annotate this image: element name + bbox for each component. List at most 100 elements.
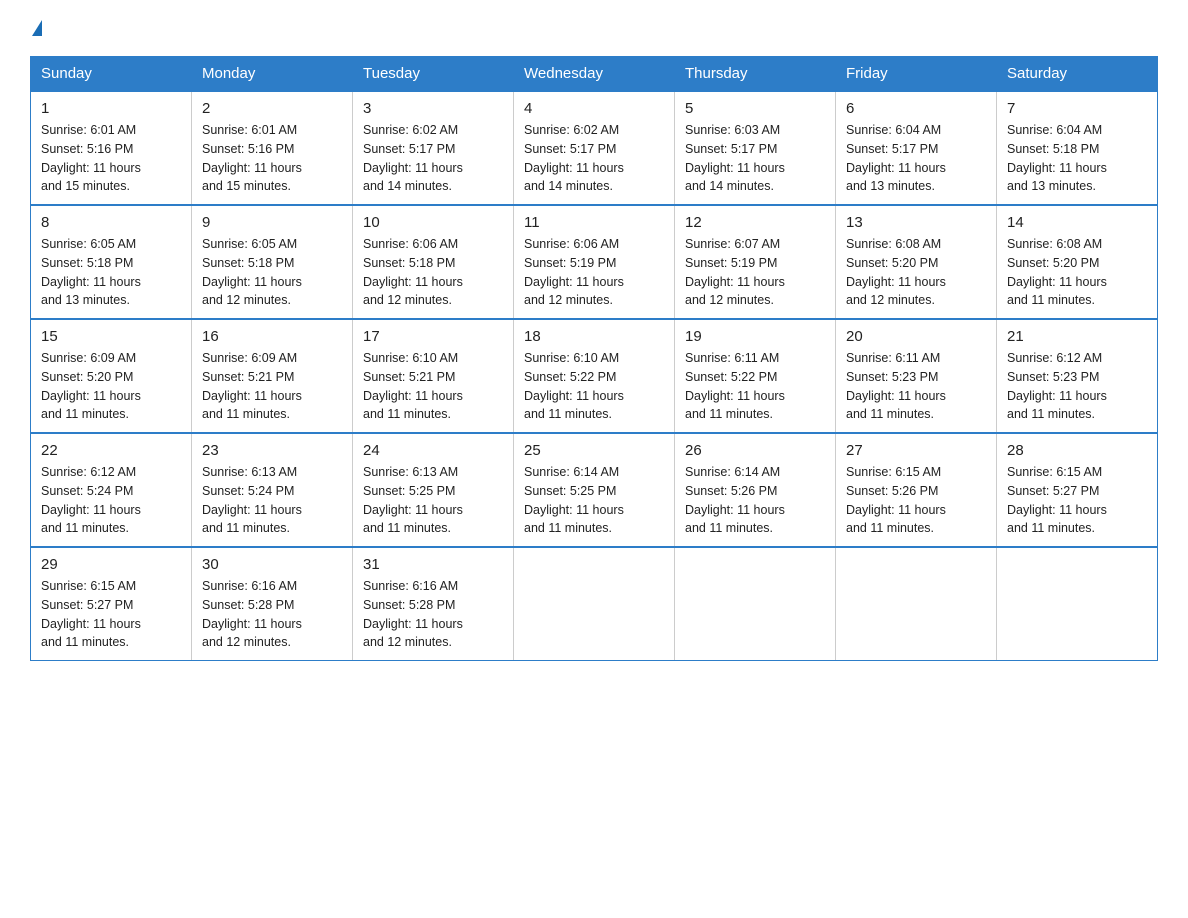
day-number: 4 (524, 100, 664, 117)
day-info: Sunrise: 6:03 AMSunset: 5:17 PMDaylight:… (685, 121, 825, 196)
logo (30, 20, 42, 36)
calendar-table: SundayMondayTuesdayWednesdayThursdayFrid… (30, 56, 1158, 661)
day-info: Sunrise: 6:02 AMSunset: 5:17 PMDaylight:… (524, 121, 664, 196)
calendar-day-cell: 23 Sunrise: 6:13 AMSunset: 5:24 PMDaylig… (192, 433, 353, 547)
calendar-day-cell (514, 547, 675, 661)
calendar-day-cell (836, 547, 997, 661)
calendar-day-cell: 5 Sunrise: 6:03 AMSunset: 5:17 PMDayligh… (675, 91, 836, 205)
day-number: 14 (1007, 214, 1147, 231)
day-info: Sunrise: 6:06 AMSunset: 5:18 PMDaylight:… (363, 235, 503, 310)
calendar-day-cell: 4 Sunrise: 6:02 AMSunset: 5:17 PMDayligh… (514, 91, 675, 205)
calendar-day-cell: 9 Sunrise: 6:05 AMSunset: 5:18 PMDayligh… (192, 205, 353, 319)
day-number: 6 (846, 100, 986, 117)
day-number: 18 (524, 328, 664, 345)
day-number: 1 (41, 100, 181, 117)
day-info: Sunrise: 6:15 AMSunset: 5:27 PMDaylight:… (41, 577, 181, 652)
calendar-day-cell: 13 Sunrise: 6:08 AMSunset: 5:20 PMDaylig… (836, 205, 997, 319)
day-info: Sunrise: 6:07 AMSunset: 5:19 PMDaylight:… (685, 235, 825, 310)
day-info: Sunrise: 6:16 AMSunset: 5:28 PMDaylight:… (202, 577, 342, 652)
day-info: Sunrise: 6:12 AMSunset: 5:24 PMDaylight:… (41, 463, 181, 538)
calendar-week-row: 29 Sunrise: 6:15 AMSunset: 5:27 PMDaylig… (31, 547, 1158, 661)
calendar-day-cell: 26 Sunrise: 6:14 AMSunset: 5:26 PMDaylig… (675, 433, 836, 547)
calendar-day-cell: 28 Sunrise: 6:15 AMSunset: 5:27 PMDaylig… (997, 433, 1158, 547)
calendar-day-cell: 31 Sunrise: 6:16 AMSunset: 5:28 PMDaylig… (353, 547, 514, 661)
calendar-day-cell (675, 547, 836, 661)
calendar-day-cell: 10 Sunrise: 6:06 AMSunset: 5:18 PMDaylig… (353, 205, 514, 319)
day-number: 2 (202, 100, 342, 117)
day-number: 9 (202, 214, 342, 231)
calendar-day-cell: 1 Sunrise: 6:01 AMSunset: 5:16 PMDayligh… (31, 91, 192, 205)
day-info: Sunrise: 6:04 AMSunset: 5:18 PMDaylight:… (1007, 121, 1147, 196)
calendar-day-cell: 25 Sunrise: 6:14 AMSunset: 5:25 PMDaylig… (514, 433, 675, 547)
day-number: 23 (202, 442, 342, 459)
day-of-week-header: Sunday (31, 57, 192, 92)
day-number: 17 (363, 328, 503, 345)
day-of-week-header: Saturday (997, 57, 1158, 92)
calendar-day-cell: 20 Sunrise: 6:11 AMSunset: 5:23 PMDaylig… (836, 319, 997, 433)
day-info: Sunrise: 6:16 AMSunset: 5:28 PMDaylight:… (363, 577, 503, 652)
day-info: Sunrise: 6:11 AMSunset: 5:22 PMDaylight:… (685, 349, 825, 424)
day-info: Sunrise: 6:10 AMSunset: 5:22 PMDaylight:… (524, 349, 664, 424)
day-info: Sunrise: 6:06 AMSunset: 5:19 PMDaylight:… (524, 235, 664, 310)
calendar-week-row: 8 Sunrise: 6:05 AMSunset: 5:18 PMDayligh… (31, 205, 1158, 319)
days-of-week-row: SundayMondayTuesdayWednesdayThursdayFrid… (31, 57, 1158, 92)
day-info: Sunrise: 6:12 AMSunset: 5:23 PMDaylight:… (1007, 349, 1147, 424)
calendar-day-cell: 17 Sunrise: 6:10 AMSunset: 5:21 PMDaylig… (353, 319, 514, 433)
day-of-week-header: Thursday (675, 57, 836, 92)
calendar-header: SundayMondayTuesdayWednesdayThursdayFrid… (31, 57, 1158, 92)
day-of-week-header: Friday (836, 57, 997, 92)
calendar-body: 1 Sunrise: 6:01 AMSunset: 5:16 PMDayligh… (31, 91, 1158, 661)
day-number: 12 (685, 214, 825, 231)
calendar-week-row: 1 Sunrise: 6:01 AMSunset: 5:16 PMDayligh… (31, 91, 1158, 205)
day-info: Sunrise: 6:02 AMSunset: 5:17 PMDaylight:… (363, 121, 503, 196)
day-number: 5 (685, 100, 825, 117)
day-number: 3 (363, 100, 503, 117)
day-number: 11 (524, 214, 664, 231)
day-number: 25 (524, 442, 664, 459)
calendar-day-cell: 8 Sunrise: 6:05 AMSunset: 5:18 PMDayligh… (31, 205, 192, 319)
day-of-week-header: Tuesday (353, 57, 514, 92)
day-of-week-header: Wednesday (514, 57, 675, 92)
day-number: 28 (1007, 442, 1147, 459)
day-number: 22 (41, 442, 181, 459)
calendar-day-cell (997, 547, 1158, 661)
day-number: 31 (363, 556, 503, 573)
day-info: Sunrise: 6:08 AMSunset: 5:20 PMDaylight:… (1007, 235, 1147, 310)
calendar-day-cell: 29 Sunrise: 6:15 AMSunset: 5:27 PMDaylig… (31, 547, 192, 661)
day-info: Sunrise: 6:15 AMSunset: 5:26 PMDaylight:… (846, 463, 986, 538)
day-info: Sunrise: 6:05 AMSunset: 5:18 PMDaylight:… (41, 235, 181, 310)
day-number: 7 (1007, 100, 1147, 117)
day-info: Sunrise: 6:10 AMSunset: 5:21 PMDaylight:… (363, 349, 503, 424)
day-info: Sunrise: 6:14 AMSunset: 5:25 PMDaylight:… (524, 463, 664, 538)
day-info: Sunrise: 6:11 AMSunset: 5:23 PMDaylight:… (846, 349, 986, 424)
calendar-day-cell: 24 Sunrise: 6:13 AMSunset: 5:25 PMDaylig… (353, 433, 514, 547)
calendar-day-cell: 22 Sunrise: 6:12 AMSunset: 5:24 PMDaylig… (31, 433, 192, 547)
calendar-day-cell: 30 Sunrise: 6:16 AMSunset: 5:28 PMDaylig… (192, 547, 353, 661)
day-info: Sunrise: 6:01 AMSunset: 5:16 PMDaylight:… (41, 121, 181, 196)
calendar-week-row: 15 Sunrise: 6:09 AMSunset: 5:20 PMDaylig… (31, 319, 1158, 433)
day-number: 20 (846, 328, 986, 345)
calendar-day-cell: 12 Sunrise: 6:07 AMSunset: 5:19 PMDaylig… (675, 205, 836, 319)
day-info: Sunrise: 6:09 AMSunset: 5:21 PMDaylight:… (202, 349, 342, 424)
day-info: Sunrise: 6:13 AMSunset: 5:25 PMDaylight:… (363, 463, 503, 538)
day-info: Sunrise: 6:08 AMSunset: 5:20 PMDaylight:… (846, 235, 986, 310)
calendar-day-cell: 27 Sunrise: 6:15 AMSunset: 5:26 PMDaylig… (836, 433, 997, 547)
day-info: Sunrise: 6:04 AMSunset: 5:17 PMDaylight:… (846, 121, 986, 196)
day-number: 16 (202, 328, 342, 345)
calendar-day-cell: 15 Sunrise: 6:09 AMSunset: 5:20 PMDaylig… (31, 319, 192, 433)
day-number: 30 (202, 556, 342, 573)
day-number: 27 (846, 442, 986, 459)
calendar-day-cell: 14 Sunrise: 6:08 AMSunset: 5:20 PMDaylig… (997, 205, 1158, 319)
page-header (30, 20, 1158, 36)
calendar-day-cell: 16 Sunrise: 6:09 AMSunset: 5:21 PMDaylig… (192, 319, 353, 433)
calendar-week-row: 22 Sunrise: 6:12 AMSunset: 5:24 PMDaylig… (31, 433, 1158, 547)
day-info: Sunrise: 6:09 AMSunset: 5:20 PMDaylight:… (41, 349, 181, 424)
day-number: 26 (685, 442, 825, 459)
day-number: 8 (41, 214, 181, 231)
day-info: Sunrise: 6:14 AMSunset: 5:26 PMDaylight:… (685, 463, 825, 538)
calendar-day-cell: 11 Sunrise: 6:06 AMSunset: 5:19 PMDaylig… (514, 205, 675, 319)
day-info: Sunrise: 6:05 AMSunset: 5:18 PMDaylight:… (202, 235, 342, 310)
calendar-day-cell: 6 Sunrise: 6:04 AMSunset: 5:17 PMDayligh… (836, 91, 997, 205)
day-number: 29 (41, 556, 181, 573)
day-number: 19 (685, 328, 825, 345)
